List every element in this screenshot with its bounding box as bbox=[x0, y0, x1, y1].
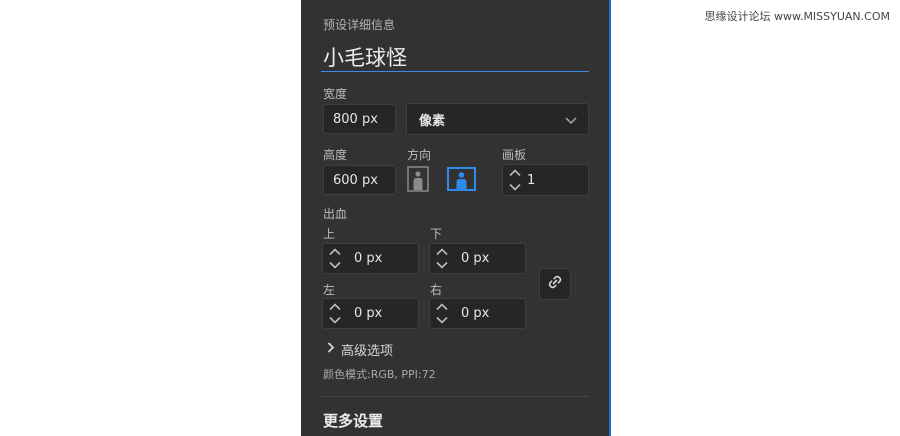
more-settings-button[interactable]: 更多设置 bbox=[323, 410, 383, 431]
spinner-arrows-icon[interactable] bbox=[326, 247, 343, 270]
spinner-arrows-icon[interactable] bbox=[433, 247, 450, 270]
width-value: 800 px bbox=[333, 111, 378, 127]
color-mode-info: 颜色模式:RGB, PPI:72 bbox=[323, 368, 436, 381]
height-input[interactable]: 600 px bbox=[323, 165, 396, 195]
link-icon bbox=[547, 274, 563, 294]
chevron-down-icon bbox=[564, 114, 578, 125]
watermark: 思缘设计论坛 www.MISSYUAN.COM bbox=[704, 10, 890, 23]
link-bleed-button[interactable] bbox=[539, 268, 571, 300]
bleed-right-label: 右 bbox=[430, 283, 443, 297]
preset-name-input[interactable]: 小毛球怪 bbox=[321, 42, 589, 72]
chevron-right-icon bbox=[327, 342, 341, 357]
spinner-arrows-icon[interactable] bbox=[506, 168, 523, 192]
spinner-arrows-icon[interactable] bbox=[326, 302, 343, 325]
bleed-right-input[interactable]: 0 px bbox=[429, 298, 526, 329]
height-value: 600 px bbox=[333, 172, 378, 188]
bleed-label: 出血 bbox=[323, 207, 348, 221]
bleed-top-input[interactable]: 0 px bbox=[322, 243, 419, 274]
bleed-bottom-input[interactable]: 0 px bbox=[429, 243, 526, 274]
screenshot-page: 思缘设计论坛 www.MISSYUAN.COM 预设详细信息 小毛球怪 宽度 8… bbox=[0, 0, 900, 436]
width-label: 宽度 bbox=[323, 87, 348, 101]
width-input[interactable]: 800 px bbox=[323, 104, 396, 134]
orientation-label: 方向 bbox=[407, 148, 432, 162]
bleed-left-label: 左 bbox=[323, 283, 336, 297]
landscape-orientation-icon[interactable] bbox=[447, 167, 476, 191]
unit-selected-value: 像素 bbox=[419, 113, 446, 129]
artboard-label: 画板 bbox=[502, 148, 527, 162]
bleed-top-label: 上 bbox=[323, 227, 336, 241]
height-label: 高度 bbox=[323, 148, 348, 162]
artboard-input[interactable]: 1 bbox=[502, 164, 589, 196]
portrait-orientation-icon[interactable] bbox=[407, 166, 429, 192]
section-title: 预设详细信息 bbox=[323, 18, 396, 32]
bleed-bottom-label: 下 bbox=[430, 227, 443, 241]
advanced-options-label: 高级选项 bbox=[341, 344, 394, 359]
preset-details-panel: 预设详细信息 小毛球怪 宽度 800 px 像素 高度 600 px 方向 画板… bbox=[301, 0, 611, 436]
spinner-arrows-icon[interactable] bbox=[433, 302, 450, 325]
bleed-left-input[interactable]: 0 px bbox=[322, 298, 419, 329]
divider bbox=[321, 396, 589, 397]
advanced-options-toggle[interactable]: 高级选项 bbox=[327, 340, 393, 359]
unit-dropdown[interactable]: 像素 bbox=[406, 103, 589, 135]
